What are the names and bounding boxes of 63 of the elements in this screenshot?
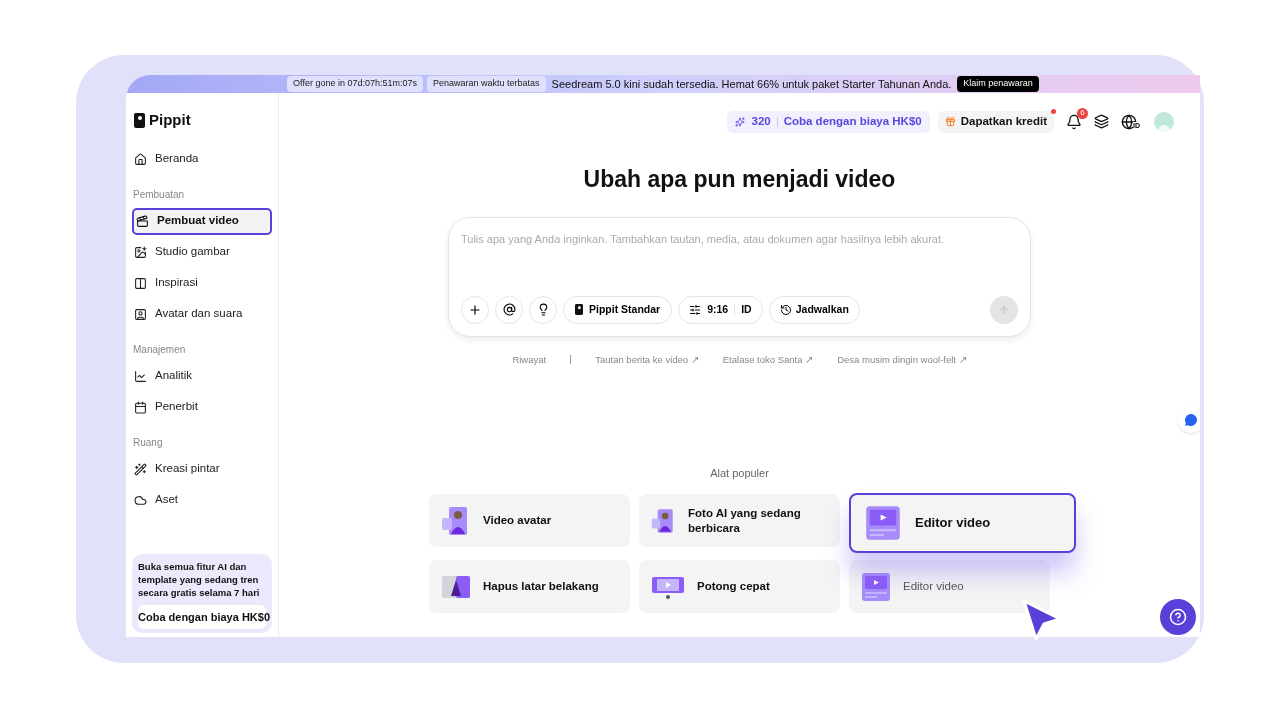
section-label: Manajemen (132, 342, 187, 357)
section-title: Alat populer (710, 465, 769, 481)
history-link[interactable]: Riwayat (512, 352, 547, 367)
prompt-field[interactable]: Tulis apa yang Anda inginkan. Tambahkan tautan, media, atau dokumen agar hasilnya lebih akurat. (461, 230, 1018, 247)
stack-icon[interactable] (1094, 114, 1109, 129)
credits-count: 320 (751, 113, 771, 129)
sidebar-item[interactable]: Analitik (132, 362, 272, 390)
page-title: Ubah apa pun menjadi video (583, 165, 896, 194)
prompt-box[interactable]: Tulis apa yang Anda inginkan. Tambahkan tautan, media, atau dokumen agar hasilnya lebih akurat. Pippit Standar 9:16 ID Jadwalkan (448, 216, 1031, 337)
clock-icon (779, 303, 792, 316)
section-label: Pembuatan (132, 187, 186, 202)
sidebar-item[interactable]: Aset (132, 486, 272, 514)
chat-icon (1183, 412, 1199, 428)
tool-card[interactable]: Editor video (849, 560, 1050, 613)
suggestion-link[interactable]: Tautan berita ke video ↗ (595, 352, 699, 367)
clapperboard-icon (136, 214, 149, 228)
arrow-up-icon (998, 303, 1010, 316)
sidebar-item[interactable]: Studio gambar (132, 238, 272, 266)
tool-card[interactable]: Hapus latar belakang (429, 560, 630, 613)
logo-icon (575, 304, 583, 315)
countdown-text: Offer gone in 07d:07h:51m:07s (287, 76, 424, 92)
tool-card[interactable]: Foto AI yang sedang berbicara (639, 494, 840, 547)
offer-tag: Penawaran waktu terbatas (427, 76, 546, 92)
sidebar-item[interactable]: Inspirasi (132, 269, 272, 297)
claim-offer-button[interactable]: Klaim penawaran (957, 76, 1039, 92)
suggestion-link[interactable]: Etalase toko Santa ↗ (722, 352, 814, 367)
home-icon (134, 152, 147, 166)
tool-card[interactable]: Video avatar (429, 494, 630, 547)
get-credits-button[interactable]: Dapatkan kredit (937, 110, 1054, 133)
help-button[interactable] (1160, 599, 1196, 635)
user-card-icon (134, 307, 147, 321)
calendar-icon (134, 400, 147, 414)
at-icon (502, 303, 516, 316)
sidebar-item[interactable]: Beranda (132, 145, 272, 173)
cloud-icon (134, 493, 147, 507)
sliders-icon (689, 303, 702, 316)
banner-message: Seedream 5.0 kini sudah tersedia. Hemat 66% untuk paket Starter Tahunan Anda. (550, 76, 953, 92)
promo-text: Buka semua fitur AI dan template yang sedang tren secara gratis selama 7 hari (138, 559, 261, 599)
suggestion-link[interactable]: Desa musim dingin wool-felt ↗ (837, 352, 967, 367)
section-label: Ruang (132, 435, 164, 450)
notification-badge: 6 (1077, 107, 1088, 119)
logo-icon (134, 112, 145, 128)
image-icon (134, 245, 147, 259)
plus-icon (468, 302, 482, 317)
sidebar-item[interactable]: Penerbit (132, 393, 272, 421)
trial-link[interactable]: Coba dengan biaya HK$0 (783, 112, 922, 131)
tool-card[interactable]: Potong cepat (639, 560, 840, 613)
chart-icon (134, 369, 147, 383)
panels-icon (134, 276, 147, 290)
tool-card[interactable]: Editor video (849, 493, 1076, 553)
video-editor-icon (861, 571, 891, 602)
gift-icon (944, 116, 956, 127)
help-icon (1169, 608, 1187, 626)
sidebar-item[interactable]: Avatar dan suara (132, 300, 272, 328)
chat-button[interactable] (1178, 407, 1200, 433)
credits-pill[interactable]: 320 Coba dengan biaya HK$0 (727, 110, 930, 133)
video-editor-icon (865, 505, 901, 541)
sidebar-item[interactable]: Pembuat video (132, 207, 272, 235)
magic-wand-icon (134, 462, 147, 476)
sidebar-item[interactable]: Kreasi pintar (132, 455, 272, 483)
bell-icon[interactable] (1066, 113, 1082, 130)
logo-text: Pippit (149, 110, 191, 130)
sparkle-icon (735, 116, 746, 127)
